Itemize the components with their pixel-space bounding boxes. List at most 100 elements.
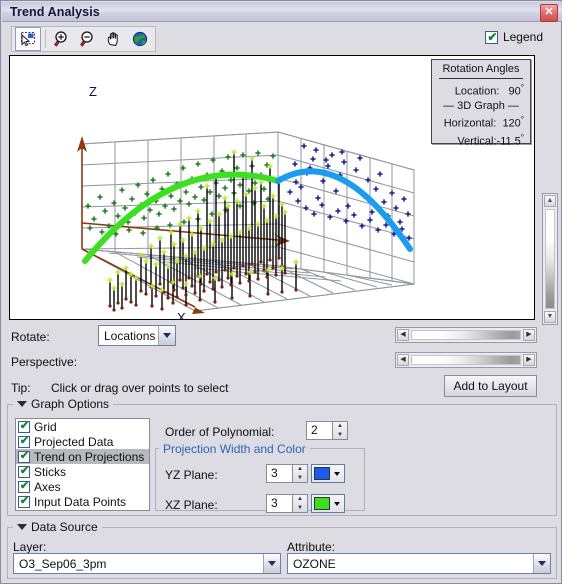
projection-width-color-header: Projection Width and Color [159,442,310,456]
check-icon: ✔ [19,464,30,477]
data-source-title: Data Source [31,520,98,534]
order-of-polynomial-spinner[interactable]: 2 ▲ ▼ [306,421,348,440]
yz-plane-width-value[interactable]: 3 [266,464,292,483]
spinner-arrows[interactable]: ▲ ▼ [292,494,308,513]
list-item-grid[interactable]: ✔ Grid [16,419,149,434]
slider-right-icon[interactable]: ▶ [523,354,535,366]
chevron-down-icon[interactable] [263,554,280,573]
graph-options-title: Graph Options [31,397,110,411]
checkbox-input-data-points[interactable]: ✔ [18,494,30,508]
xz-plane-color-picker[interactable] [311,494,345,513]
scroll-down-icon[interactable]: ▼ [544,311,556,323]
spinner-up-icon[interactable]: ▲ [333,422,347,431]
list-item-input-data-points[interactable]: ✔ Input Data Points [16,494,149,509]
rotation-graph-divider: — 3D Graph — [443,100,519,113]
spinner-arrows[interactable]: ▲ ▼ [292,464,308,483]
spinner-up-icon[interactable]: ▲ [293,465,307,474]
checkbox-projected-data[interactable]: ✔ [18,435,30,448]
spinner-down-icon[interactable]: ▼ [293,504,307,513]
list-item-axes[interactable]: ✔ Axes [16,479,149,494]
rotation-legend-divider [439,78,523,79]
spinner-down-icon[interactable]: ▼ [333,431,347,440]
pan-tool-button[interactable] [102,28,126,50]
xz-plane-width-spinner[interactable]: 3 ▲ ▼ [266,494,308,513]
graph-options-header[interactable]: Graph Options [13,397,114,411]
check-icon: ✔ [19,419,30,432]
title-bar: Trend Analysis ✕ [2,2,562,22]
sticks-group [106,148,300,312]
slider-right-icon[interactable]: ▶ [523,329,535,341]
list-item-label: Grid [34,419,57,434]
vertical-rotation-scrollbar[interactable]: ▲ ▼ [542,193,558,325]
rotation-horizontal-label: Horizontal: [443,117,497,130]
legend-checkbox-row[interactable]: ✔ Legend [484,30,543,44]
spinner-down-icon[interactable]: ▼ [293,474,307,483]
close-icon: ✕ [544,6,554,18]
chevron-down-icon[interactable] [158,326,175,345]
xz-plane-width-value[interactable]: 3 [266,494,292,513]
rotate-slider-track[interactable] [411,330,521,340]
order-of-polynomial-value[interactable]: 2 [306,421,332,440]
slider-left-icon[interactable]: ◀ [397,354,409,366]
check-icon: ✔ [19,494,30,507]
list-item-trend-on-projections[interactable]: ✔ Trend on Projections [16,449,149,464]
rotation-legend-title: Rotation Angles [442,63,520,75]
zoom-out-tool-button[interactable] [76,28,100,50]
yz-plane-color-picker[interactable] [311,464,345,483]
select-rectangle-icon [21,32,35,47]
zoom-in-tool-button[interactable] [50,28,74,50]
yz-plane-label: YZ Plane: [165,468,218,482]
degree-icon: ° [520,133,524,143]
attribute-dropdown[interactable]: OZONE [287,553,551,574]
yz-plane-width-spinner[interactable]: 3 ▲ ▼ [266,464,308,483]
checkbox-axes[interactable]: ✔ [18,480,30,493]
rotation-location-value: 90 [508,85,521,98]
add-to-layout-button[interactable]: Add to Layout [444,375,537,397]
list-item-label: Axes [34,479,61,494]
rotation-location-label: Location: [454,85,500,98]
checkbox-sticks[interactable]: ✔ [18,464,30,478]
list-item-label: Trend on Projections [34,449,145,464]
globe-icon [132,31,148,47]
tip-label: Tip: [11,381,31,395]
chevron-down-icon[interactable] [330,465,344,482]
checkbox-grid[interactable]: ✔ [18,419,30,433]
globe-tool-button[interactable] [128,28,152,50]
spinner-up-icon[interactable]: ▲ [293,495,307,504]
checkbox-trend-on-projections[interactable]: ✔ [18,450,30,463]
vertical-track[interactable] [545,209,555,309]
layer-label: Layer: [13,540,47,554]
select-tool-button[interactable] [15,27,41,51]
toolbar-separator [45,30,46,48]
rotation-angles-legend: Rotation Angles Location: 90° — 3D Graph… [431,59,531,148]
rotate-dropdown[interactable]: Locations [98,325,176,346]
collapse-triangle-icon[interactable] [17,524,27,530]
rotate-slider[interactable]: ◀ ▶ [395,327,537,343]
z-axis-label: Z [89,84,97,99]
scroll-up-icon[interactable]: ▲ [544,195,556,207]
window-title: Trend Analysis [10,5,100,19]
list-item-sticks[interactable]: ✔ Sticks [16,464,149,479]
list-item-projected-data[interactable]: ✔ Projected Data [16,434,149,449]
rotation-horizontal-value: 120 [502,117,521,130]
perspective-slider-track[interactable] [411,355,521,365]
rotation-location-row: Location: 90° [438,81,524,99]
perspective-slider[interactable]: ◀ ▶ [395,352,537,368]
xz-trend-curve [275,168,413,252]
rotate-label: Rotate: [11,330,50,344]
tip-text: Click or drag over points to select [51,381,229,395]
graph-options-list[interactable]: ✔ Grid ✔ Projected Data ✔ Trend on Proje… [15,418,150,511]
list-item-label: Projected Data [34,434,114,449]
chevron-down-icon[interactable] [533,554,550,573]
close-button[interactable]: ✕ [540,4,558,22]
legend-checkbox[interactable]: ✔ [484,30,498,44]
rotation-vertical-label: Vertical: [457,135,497,148]
attribute-dropdown-value: OZONE [293,556,336,571]
spinner-arrows[interactable]: ▲ ▼ [332,421,348,440]
degree-icon: ° [520,83,524,92]
collapse-triangle-icon[interactable] [17,401,27,407]
data-source-header[interactable]: Data Source [13,520,102,534]
slider-left-icon[interactable]: ◀ [397,329,409,341]
layer-dropdown[interactable]: O3_Sep06_3pm [13,553,281,574]
chevron-down-icon[interactable] [330,495,344,512]
